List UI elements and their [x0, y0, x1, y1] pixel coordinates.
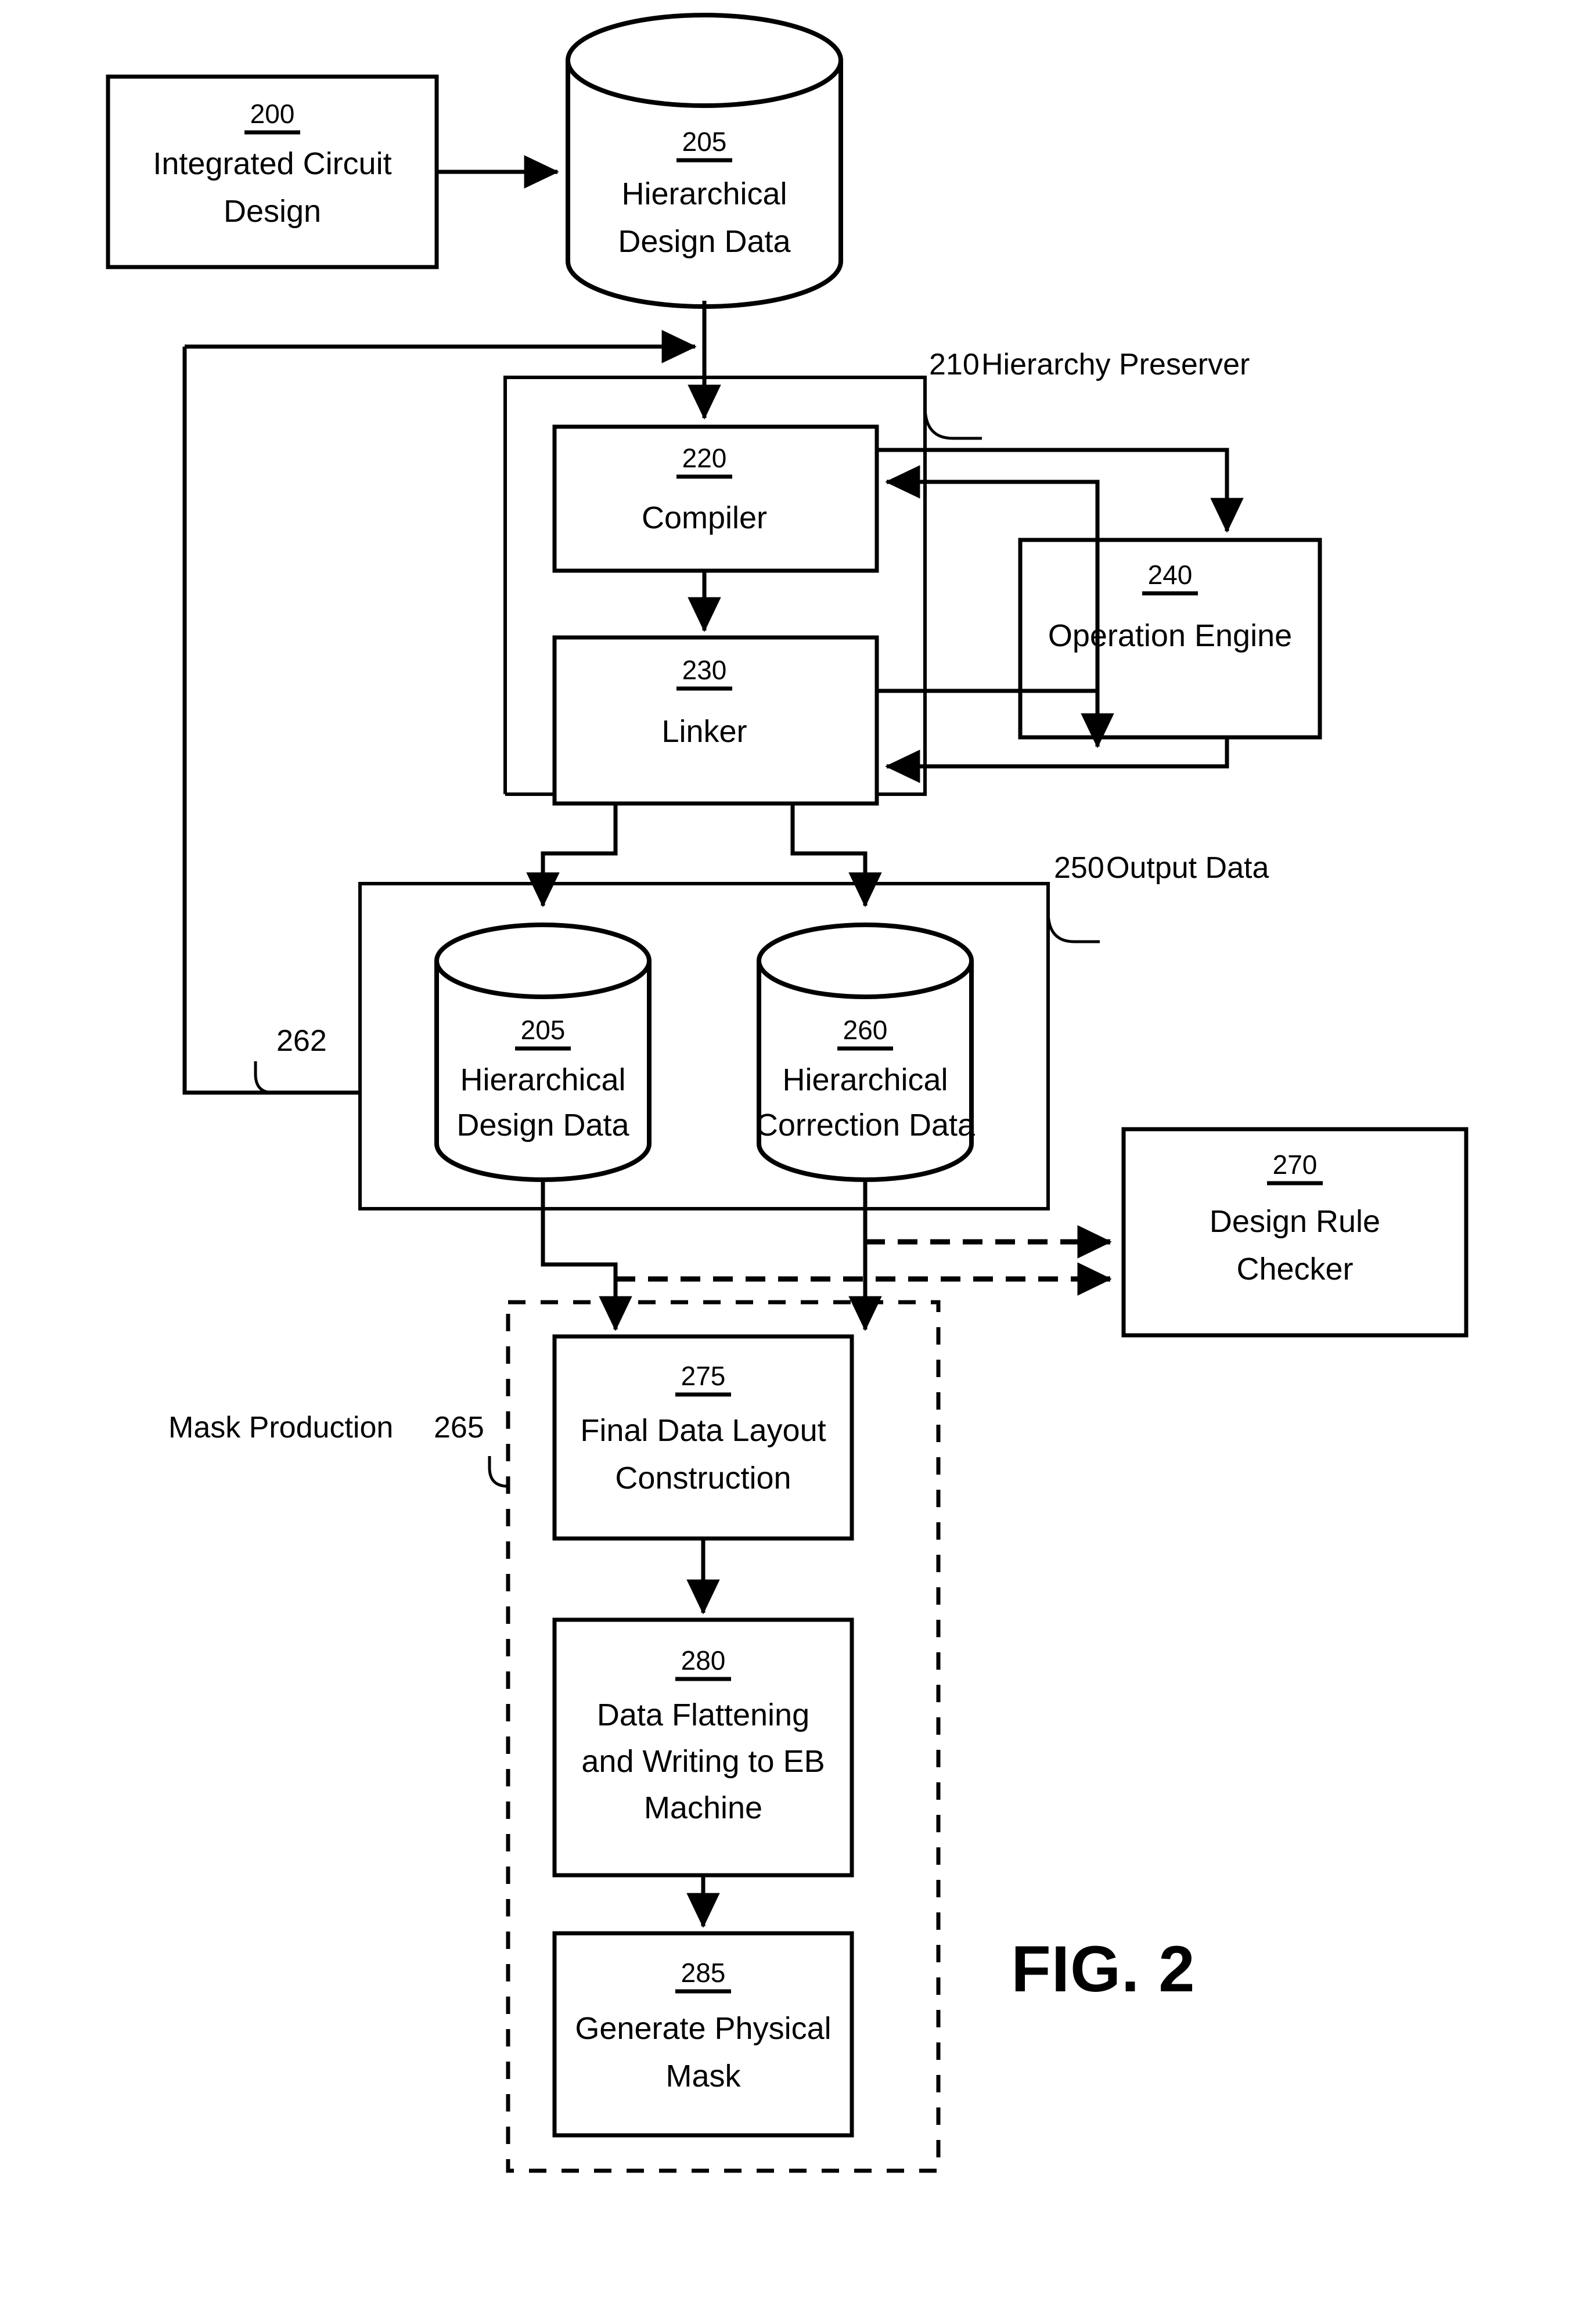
output-data-number: 250 — [1054, 851, 1104, 885]
design-rule-checker-line-2: Checker — [1236, 1252, 1353, 1287]
hier-design-data-out-cylinder-top — [434, 923, 652, 999]
group-feedback-262[interactable]: 262 — [182, 347, 360, 1095]
hier-design-data-out-number: 205 — [521, 1015, 566, 1045]
mask-production-leader — [488, 1456, 509, 1488]
feedback-262-number: 262 — [276, 1024, 327, 1058]
operation-engine-number: 240 — [1148, 560, 1193, 590]
node-final-data-layout-construction[interactable]: 275 Final Data Layout Construction — [552, 1334, 854, 1541]
operation-engine-label: Operation Engine — [1048, 618, 1292, 653]
final-layout-line-1: Final Data Layout — [580, 1413, 826, 1448]
node-hierarchical-correction-data[interactable]: 260 Hierarchical Correction Data — [755, 923, 976, 1182]
node-hierarchical-design-data-output[interactable]: 205 Hierarchical Design Data — [434, 923, 652, 1182]
hierarchy-preserver-number: 210 — [929, 348, 980, 381]
linker-label: Linker — [661, 714, 747, 749]
design-rule-checker-line-1: Design Rule — [1210, 1204, 1380, 1239]
data-flattening-line-1: Data Flattening — [597, 1698, 809, 1732]
hier-design-data-out-line-1: Hierarchical — [460, 1062, 625, 1097]
arrow-linker-to-hier-correction-data — [790, 804, 882, 907]
node-linker[interactable]: 230 Linker — [552, 635, 879, 806]
ic-design-line-1: Integrated Circuit — [153, 146, 391, 181]
hier-correction-data-cylinder-top — [757, 923, 974, 999]
linker-number: 230 — [682, 655, 727, 685]
ic-design-number: 200 — [250, 99, 295, 129]
hier-correction-data-line-1: Hierarchical — [782, 1062, 948, 1097]
data-flattening-number: 280 — [681, 1645, 726, 1676]
hierarchy-preserver-leader — [923, 406, 982, 440]
figure-caption: FIG. 2 — [1011, 1933, 1195, 2005]
generate-mask-line-2: Mask — [665, 2059, 741, 2094]
data-flattening-line-2: and Writing to EB — [581, 1744, 825, 1779]
node-generate-physical-mask[interactable]: 285 Generate Physical Mask — [552, 1931, 854, 2138]
hier-data-top-number: 205 — [682, 127, 727, 157]
compiler-number: 220 — [682, 443, 727, 473]
node-design-rule-checker[interactable]: 270 Design Rule Checker — [1121, 1127, 1469, 1338]
final-layout-number: 275 — [681, 1361, 726, 1391]
mask-production-number: 265 — [434, 1411, 484, 1444]
generate-mask-line-1: Generate Physical — [575, 2011, 831, 2046]
hier-design-data-out-line-2: Design Data — [456, 1108, 629, 1143]
hier-data-top-line-1: Hierarchical — [621, 176, 787, 211]
mask-production-label: Mask Production — [168, 1411, 393, 1444]
hierarchy-preserver-label: Hierarchy Preserver — [981, 348, 1250, 381]
data-flattening-line-3: Machine — [644, 1790, 762, 1825]
generate-mask-number: 285 — [681, 1958, 726, 1988]
feedback-262-path — [182, 347, 360, 1095]
hier-correction-data-number: 260 — [843, 1015, 888, 1045]
output-data-label: Output Data — [1106, 851, 1269, 885]
hier-data-top-cylinder-top — [566, 13, 843, 108]
feedback-262-leader — [254, 1061, 273, 1094]
node-data-flattening[interactable]: 280 Data Flattening and Writing to EB Ma… — [552, 1617, 854, 1878]
design-rule-checker-number: 270 — [1273, 1150, 1318, 1180]
patent-figure-2: 200 Integrated Circuit Design 205 Hierar… — [0, 0, 1580, 2324]
node-compiler[interactable]: 220 Compiler — [552, 424, 879, 573]
node-hierarchical-design-data-top[interactable]: 205 Hierarchical Design Data — [566, 13, 843, 309]
hier-correction-data-line-2: Correction Data — [755, 1108, 976, 1143]
arrow-operation-engine-to-linker — [885, 737, 1229, 783]
final-layout-line-2: Construction — [615, 1461, 791, 1496]
diagram-canvas: 200 Integrated Circuit Design 205 Hierar… — [106, 13, 1469, 2173]
node-integrated-circuit-design[interactable]: 200 Integrated Circuit Design — [106, 74, 439, 269]
arrow-hier-design-data-to-final-layout — [541, 1180, 632, 1331]
arrow-linker-to-hier-design-data-out — [526, 804, 618, 907]
arrow-compiler-to-operation-engine — [877, 448, 1244, 533]
compiler-label: Compiler — [642, 500, 767, 535]
output-data-leader — [1046, 911, 1100, 943]
hier-data-top-line-2: Design Data — [618, 224, 791, 259]
node-operation-engine[interactable]: 240 Operation Engine — [1018, 538, 1322, 740]
ic-design-line-2: Design — [224, 194, 321, 229]
